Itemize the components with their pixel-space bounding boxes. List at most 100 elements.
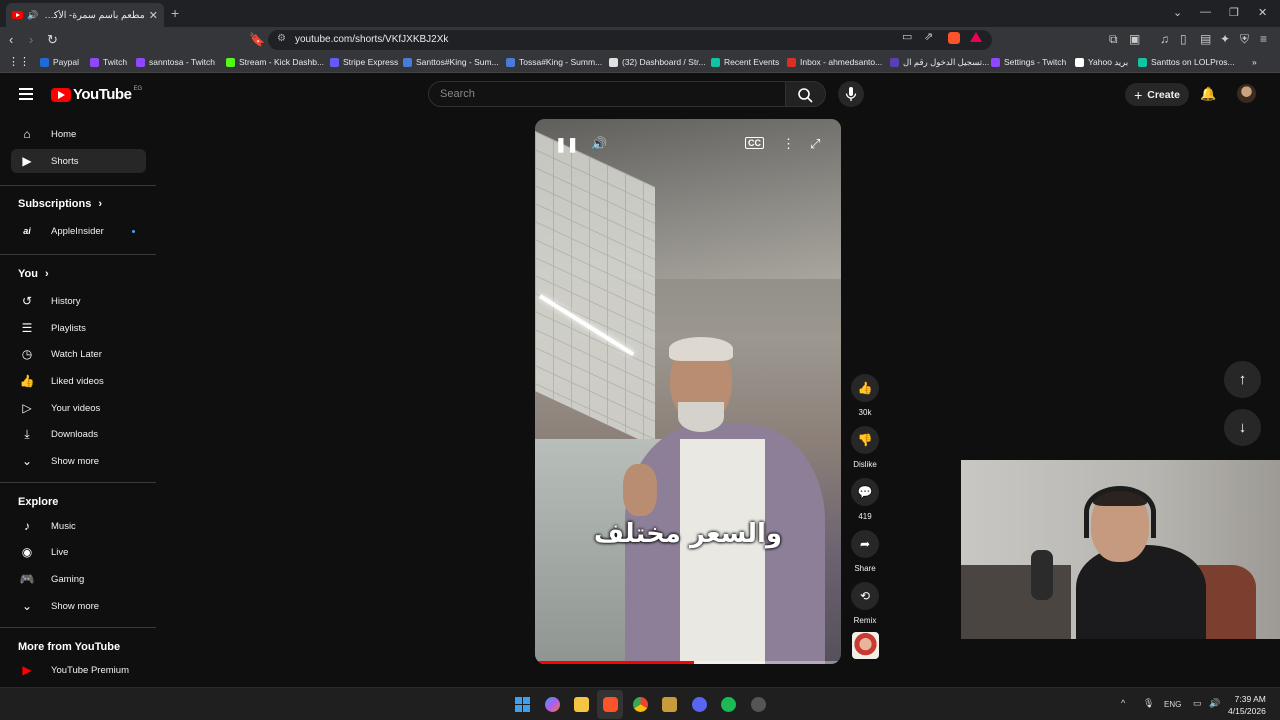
bookmark-label: Santtos#King - Sum...	[416, 57, 499, 67]
sidebar-item-history[interactable]: ↺ History	[11, 289, 146, 313]
sidebar-item-liked-videos[interactable]: 👍 Liked videos	[11, 369, 146, 393]
obs-icon[interactable]	[751, 697, 766, 712]
captions-icon[interactable]: CC	[745, 137, 764, 149]
brave-browser-icon[interactable]	[603, 697, 618, 712]
account-avatar[interactable]	[1237, 84, 1256, 103]
bookmark-item[interactable]: (32) Dashboard / Str...	[609, 57, 706, 67]
sidebar-item-live[interactable]: ◉ Live	[11, 540, 146, 564]
chrome-icon[interactable]	[633, 697, 648, 712]
screenshot-icon[interactable]: ▣	[1129, 32, 1140, 46]
share-button[interactable]: ➦	[851, 530, 879, 558]
sidebar-item-appleinsider[interactable]: ai AppleInsider	[11, 219, 146, 243]
minimize-icon[interactable]: —	[1200, 6, 1211, 18]
sidebar-item-watch-later[interactable]: ◷ Watch Later	[11, 342, 146, 366]
create-button[interactable]: + Create	[1125, 83, 1189, 106]
sidebar-item-downloads[interactable]: ⤓ Downloads	[11, 422, 146, 446]
language-indicator[interactable]: ENG	[1164, 700, 1181, 709]
apps-grid-icon[interactable]: ⋮⋮	[8, 55, 30, 68]
sidebar-item-shorts[interactable]: ▶ Shorts	[11, 149, 146, 173]
site-info-icon[interactable]: ⚙	[277, 33, 286, 44]
pause-icon[interactable]: ❚❚	[555, 136, 578, 153]
next-short-button[interactable]: ↓	[1224, 409, 1261, 446]
bookmark-item[interactable]: Santtos on LOLPros...	[1138, 57, 1235, 67]
tab-search-icon[interactable]: ⌄	[1173, 6, 1182, 19]
you-heading[interactable]: You ›	[18, 268, 49, 280]
windows-start-icon[interactable]	[515, 697, 530, 712]
sidebar-item-gaming[interactable]: 🎮 Gaming	[11, 567, 146, 591]
cast-icon[interactable]: ▭	[902, 30, 912, 43]
voice-search-button[interactable]	[838, 81, 864, 107]
brave-rewards-icon[interactable]	[970, 32, 982, 42]
leo-ai-icon[interactable]: ✦	[1220, 32, 1230, 46]
video-progress-bar[interactable]	[535, 661, 841, 664]
bookmark-item[interactable]: Recent Events	[711, 57, 779, 67]
sidebar-item-show-more[interactable]: ⌄ Show more	[11, 594, 146, 618]
discord-icon[interactable]	[692, 697, 707, 712]
bookmark-item[interactable]: تسجيل الدخول رقم ال...	[890, 57, 989, 68]
volume-icon[interactable]: 🔊	[591, 136, 607, 152]
remix-button[interactable]: ⟲	[851, 582, 879, 610]
sidebar-item-label: Show more	[51, 455, 100, 467]
tray-overflow-icon[interactable]: ^	[1121, 698, 1125, 708]
comments-button[interactable]: 💬	[851, 478, 879, 506]
copilot-icon[interactable]	[545, 697, 560, 712]
search-input[interactable]: Search	[428, 81, 786, 107]
sidebar-item-home[interactable]: ⌂ Home	[11, 122, 146, 146]
restore-icon[interactable]: ❐	[1229, 6, 1239, 19]
bookmark-icon[interactable]: 🔖	[249, 32, 265, 48]
bookmark-item[interactable]: sanntosa - Twitch	[136, 57, 215, 67]
close-tab-icon[interactable]: ✕	[149, 9, 158, 22]
wallet-icon[interactable]: ▤	[1200, 32, 1211, 46]
sidebar-item-show-more[interactable]: ⌄ Show more	[11, 449, 146, 473]
bookmark-item[interactable]: Santtos#King - Sum...	[403, 57, 499, 67]
notifications-bell-icon[interactable]: 🔔	[1200, 86, 1216, 102]
speaker-icon[interactable]: 🔊	[27, 10, 38, 21]
media-icon[interactable]: ♫	[1160, 32, 1169, 46]
reload-icon[interactable]: ↻	[47, 32, 58, 48]
channel-avatar[interactable]	[852, 632, 879, 659]
subscriptions-heading[interactable]: Subscriptions ›	[18, 198, 102, 210]
sidebar-item-music[interactable]: ♪ Music	[11, 514, 146, 538]
volume-tray-icon[interactable]: 🔊	[1209, 698, 1220, 709]
sidebar-toggle-icon[interactable]: ▯	[1180, 32, 1187, 46]
more-options-icon[interactable]: ⋮	[782, 136, 795, 152]
back-icon[interactable]: ‹	[9, 32, 13, 47]
vpn-icon[interactable]: ⛨	[1240, 32, 1249, 47]
search-button[interactable]	[786, 81, 826, 107]
youtube-logo[interactable]: YouTube EG	[51, 86, 142, 103]
extensions-icon[interactable]: ⧉	[1109, 32, 1118, 47]
bookmark-item[interactable]: Stream - Kick Dashb...	[226, 57, 324, 67]
bookmark-item[interactable]: Tossa#King - Summ...	[506, 57, 602, 67]
url-text[interactable]: youtube.com/shorts/VKfJXKBJ2Xk	[295, 34, 448, 45]
menu-icon[interactable]: ≡	[1260, 32, 1267, 46]
bookmark-item[interactable]: Settings - Twitch	[991, 57, 1066, 67]
fullscreen-icon[interactable]: ⤢	[810, 136, 820, 152]
bookmark-item[interactable]: Twitch	[90, 57, 127, 67]
bookmark-item[interactable]: Yahoo بريد	[1075, 57, 1128, 68]
tray-mic-icon[interactable]: 🎙	[1143, 698, 1154, 709]
sidebar-item-youtube-premium[interactable]: ▶ YouTube Premium	[11, 658, 146, 682]
share-page-icon[interactable]: ⇗	[924, 30, 933, 43]
system-clock[interactable]: 7:39 AM 4/15/2026	[1228, 693, 1266, 717]
bookmark-item[interactable]: Inbox - ahmedsanto...	[787, 57, 882, 67]
like-button[interactable]: 👍	[851, 374, 879, 402]
bookmark-item[interactable]: Paypal	[40, 57, 79, 67]
league-client-icon[interactable]	[662, 697, 677, 712]
sidebar-item-your-videos[interactable]: ▷ Your videos	[11, 396, 146, 420]
omnibox[interactable]: ⚙ youtube.com/shorts/VKfJXKBJ2Xk	[268, 30, 992, 50]
previous-short-button[interactable]: ↑	[1224, 361, 1261, 398]
dislike-button[interactable]: 👎	[851, 426, 879, 454]
guide-menu-icon[interactable]	[19, 88, 33, 100]
browser-tab[interactable]: 🔊 مطعم باسم سمرة- الأكلة دي كـ ✕	[6, 3, 164, 27]
close-window-icon[interactable]: ✕	[1258, 6, 1267, 19]
brave-shields-icon[interactable]	[948, 32, 960, 44]
file-explorer-icon[interactable]	[574, 697, 589, 712]
forward-icon[interactable]: ›	[29, 32, 33, 47]
spotify-icon[interactable]	[721, 697, 736, 712]
bookmark-item[interactable]: Stripe Express	[330, 57, 398, 67]
sidebar-item-playlists[interactable]: ☰ Playlists	[11, 316, 146, 340]
network-icon[interactable]: ▭	[1193, 698, 1202, 709]
more-bookmarks-icon[interactable]: »	[1252, 57, 1257, 67]
shorts-video-player[interactable]: ❚❚ 🔊 CC ⋮ ⤢ والسعر مختلف	[535, 119, 841, 664]
new-tab-icon[interactable]: +	[171, 5, 179, 21]
